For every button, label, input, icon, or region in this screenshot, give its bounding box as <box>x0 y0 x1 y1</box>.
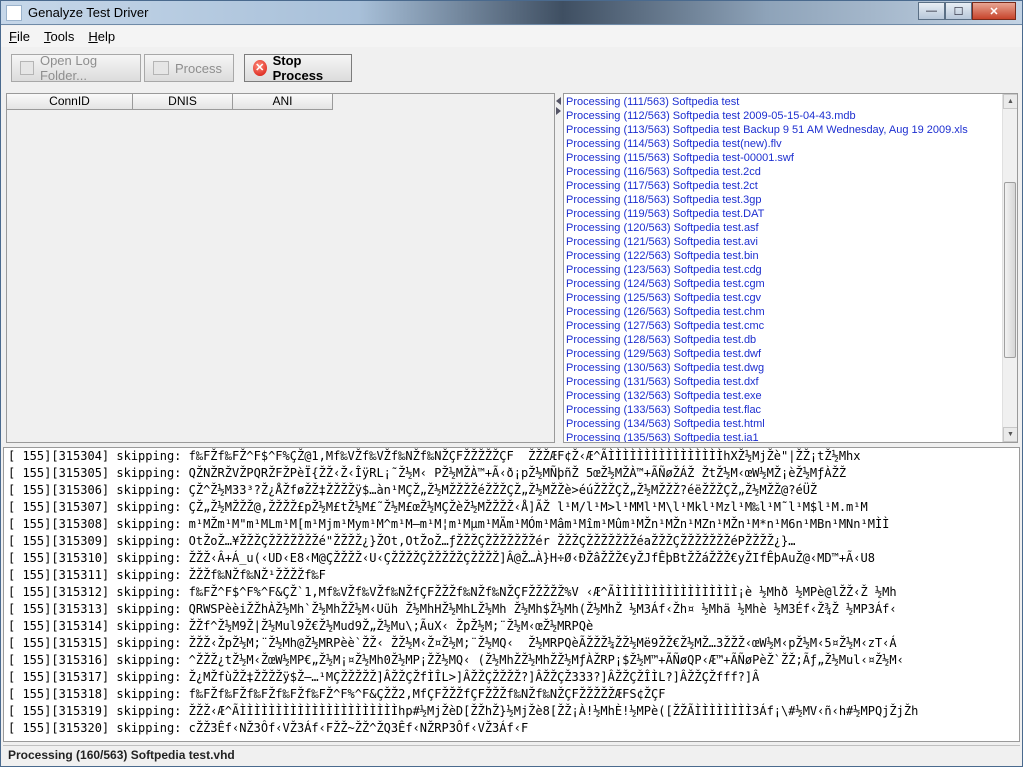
processing-log-item: Processing (125/563) Softpedia test.cgv <box>566 292 762 304</box>
processing-log-item: Processing (122/563) Softpedia test.bin <box>566 250 759 262</box>
maximize-button[interactable]: ☐ <box>945 2 972 20</box>
window-controls: — ☐ ✕ <box>918 2 1016 20</box>
console-line: [ 155][315306] skipping: ÇŽ^Ž½M33³?Ž¿ÅŽf… <box>8 483 818 497</box>
processing-log-item: Processing (126/563) Softpedia test.chm <box>566 306 765 318</box>
processing-log-item: Processing (124/563) Softpedia test.cgm <box>566 278 765 290</box>
processing-log-item: Processing (113/563) Softpedia test Back… <box>566 124 968 136</box>
column-header-connid[interactable]: ConnID <box>7 94 133 110</box>
console-line: [ 155][315317] skipping: Ž¿MŽfùŽŽ‡ŽŽŽŽÿ$… <box>8 670 760 684</box>
processing-log-item: Processing (135/563) Softpedia test.ia1 <box>566 432 759 443</box>
open-log-folder-label: Open Log Folder... <box>39 53 98 83</box>
processing-log-item: Processing (119/563) Softpedia test.DAT <box>566 208 765 220</box>
console-line: [ 155][315311] skipping: ŽŽŽf‰NŽf‰NŽ¹ŽŽŽ… <box>8 568 326 582</box>
menu-bar: File Tools Help <box>1 26 1022 47</box>
menu-tools[interactable]: Tools <box>36 26 80 47</box>
collapse-left-arrow-icon[interactable] <box>556 97 561 105</box>
console-line: [ 155][315310] skipping: ŽŽŽ‹Â+Á_u(‹UD‹E… <box>8 551 875 565</box>
processing-log-item: Processing (132/563) Softpedia test.exe <box>566 390 762 402</box>
window-title: Genalyze Test Driver <box>28 5 149 20</box>
console-line: [ 155][315316] skipping: ^ŽŽŽ¿tŽ½M‹ŽœW½M… <box>8 653 904 667</box>
minimize-button[interactable]: — <box>918 2 945 20</box>
collapse-right-arrow-icon[interactable] <box>556 107 561 115</box>
column-header-ani[interactable]: ANI <box>233 94 333 110</box>
title-bar[interactable]: Genalyze Test Driver — ☐ ✕ <box>1 1 1022 25</box>
folder-icon <box>20 61 34 75</box>
close-button[interactable]: ✕ <box>972 2 1016 20</box>
menu-help-rest: elp <box>97 29 116 44</box>
menu-file-accel: F <box>9 29 17 44</box>
menu-help-accel: H <box>88 29 98 44</box>
processing-log-item: Processing (111/563) Softpedia test <box>566 96 740 108</box>
status-bar: Processing (160/563) Softpedia test.vhd <box>3 745 1020 765</box>
console-line: [ 155][315320] skipping: cŽŽ3Êf‹NŽ3Ôf‹VŽ… <box>8 721 529 735</box>
console-line: [ 155][315305] skipping: QŽNŽRŽVŽPQRŽFŽP… <box>8 466 847 480</box>
processing-log-item: Processing (114/563) Softpedia test(new)… <box>566 138 782 150</box>
console-line: [ 155][315308] skipping: m¹MŽm¹M"m¹MLm¹M… <box>8 517 890 531</box>
menu-help[interactable]: Help <box>80 26 121 47</box>
processing-log-item: Processing (134/563) Softpedia test.html <box>566 418 765 430</box>
console-line: [ 155][315304] skipping: f‰FŽf‰FŽ^F$^F%Ç… <box>8 449 861 463</box>
scroll-down-icon[interactable]: ▼ <box>1003 427 1017 442</box>
processing-log-item: Processing (115/563) Softpedia test-0000… <box>566 152 794 164</box>
menu-file[interactable]: File <box>1 26 36 47</box>
processing-log-item: Processing (130/563) Softpedia test.dwg <box>566 362 765 374</box>
console-line: [ 155][315307] skipping: ÇŽ„Ž½MŽŽŽ@,ŽŽŽŽ… <box>8 500 868 514</box>
console-line: [ 155][315315] skipping: ŽŽŽ‹ŽpŽ½M;¨Ž½Mh… <box>8 636 897 650</box>
column-header-dnis[interactable]: DNIS <box>133 94 233 110</box>
processing-log-item: Processing (128/563) Softpedia test.db <box>566 334 757 346</box>
processing-log-item: Processing (112/563) Softpedia test 2009… <box>566 110 856 122</box>
open-log-folder-button[interactable]: Open Log Folder... <box>11 53 141 83</box>
console-line: [ 155][315318] skipping: f‰FŽf‰FŽf‰FŽf‰F… <box>8 687 666 701</box>
output-console[interactable]: [ 155][315304] skipping: f‰FŽf‰FŽ^F$^F%Ç… <box>3 447 1020 742</box>
processing-log-item: Processing (133/563) Softpedia test.flac <box>566 404 762 416</box>
console-line: [ 155][315319] skipping: ŽŽŽ‹Æ^ÃÌÌÌÌÌÌÌÌ… <box>8 704 919 718</box>
menu-file-rest: ile <box>16 29 30 44</box>
processing-log-item: Processing (117/563) Softpedia test.2ct <box>566 180 758 192</box>
console-line: [ 155][315313] skipping: QRWSPèèiŽŽhÀŽ½M… <box>8 602 897 616</box>
processing-log-scrollbar[interactable]: ▲ ▼ <box>1002 94 1017 442</box>
connections-table[interactable]: ConnID DNIS ANI <box>6 93 555 443</box>
scroll-thumb[interactable] <box>1004 182 1016 358</box>
stop-process-label: Stop Process <box>272 53 324 83</box>
console-line: [ 155][315309] skipping: OtŽoŽ…¥ŽŽŽÇŽŽŽŽ… <box>8 534 796 548</box>
pane-splitter[interactable] <box>555 93 563 443</box>
stop-process-button[interactable]: ✕ Stop Process <box>244 53 352 83</box>
process-button[interactable]: Process <box>144 54 234 82</box>
processing-log-panel[interactable]: Processing (111/563) Softpedia test Proce… <box>563 93 1018 443</box>
processing-log-list: Processing (111/563) Softpedia test Proce… <box>566 95 1002 443</box>
console-line: [ 155][315314] skipping: ŽŽf^Ž½M9Ž|Ž½Mul… <box>8 619 594 633</box>
processing-log-item: Processing (129/563) Softpedia test.dwf <box>566 348 762 360</box>
processing-log-item: Processing (127/563) Softpedia test.cmc <box>566 320 765 332</box>
stop-icon: ✕ <box>253 60 267 76</box>
menu-tools-rest: ools <box>50 29 75 44</box>
processing-log-item: Processing (120/563) Softpedia test.asf <box>566 222 759 234</box>
process-icon <box>153 61 169 75</box>
processing-log-item: Processing (121/563) Softpedia test.avi <box>566 236 759 248</box>
scroll-up-icon[interactable]: ▲ <box>1003 94 1017 109</box>
processing-log-item: Processing (131/563) Softpedia test.dxf <box>566 376 759 388</box>
process-label: Process <box>175 60 222 76</box>
processing-log-item: Processing (116/563) Softpedia test.2cd <box>566 166 761 178</box>
console-line: [ 155][315312] skipping: f‰FŽ^F$^F%^F&ÇŽ… <box>8 585 897 599</box>
toolbar: Open Log Folder... Process ✕ Stop Proces… <box>1 48 1022 90</box>
app-icon <box>6 5 22 21</box>
app-window: Genalyze Test Driver — ☐ ✕ File Tools He… <box>0 0 1023 767</box>
processing-log-item: Processing (118/563) Softpedia test.3gp <box>566 194 762 206</box>
processing-log-item: Processing (123/563) Softpedia test.cdg <box>566 264 762 276</box>
